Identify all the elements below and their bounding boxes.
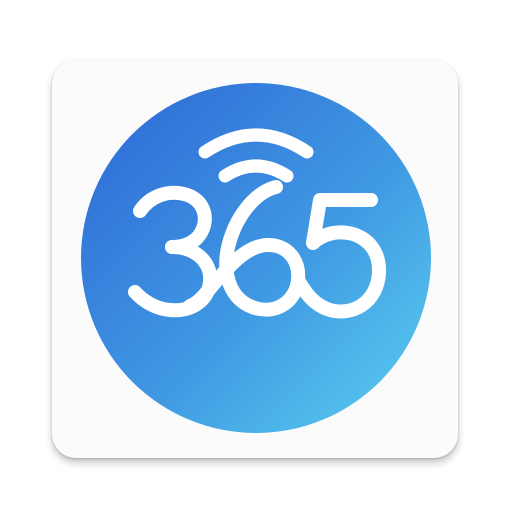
app-icon[interactable] — [0, 0, 512, 512]
logo-365 — [81, 83, 431, 433]
